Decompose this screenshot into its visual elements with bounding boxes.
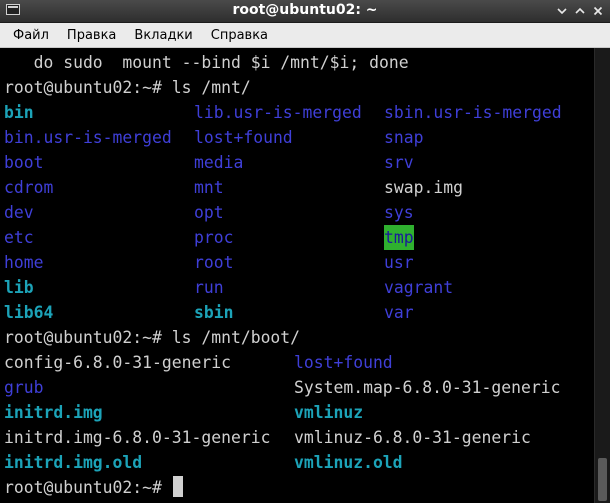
listing-entry: lib64 bbox=[4, 303, 54, 322]
listing-entry: proc bbox=[194, 228, 234, 247]
command-prompt-line[interactable]: root@ubuntu02:~# bbox=[4, 475, 183, 500]
listing-row: cdrom mnt swap.img bbox=[4, 175, 463, 200]
listing-entry: config-6.8.0-31-generic bbox=[4, 353, 231, 372]
listing-entry: run bbox=[194, 278, 224, 297]
listing-entry-sticky: tmp bbox=[384, 225, 414, 250]
listing-entry: grub bbox=[4, 378, 44, 397]
listing-entry: media bbox=[194, 153, 244, 172]
listing-entry: initrd.img-6.8.0-31-generic bbox=[4, 428, 271, 447]
command-prompt: root@ubuntu02:~# bbox=[4, 478, 172, 497]
listing-row: bin lib.usr-is-merged sbin.usr-is-merged bbox=[4, 100, 562, 125]
menu-file[interactable]: Файл bbox=[6, 28, 56, 43]
title-bar[interactable]: root@ubuntu02: ~ bbox=[0, 0, 610, 23]
listing-entry: srv bbox=[384, 153, 414, 172]
listing-row: initrd.img.old vmlinuz.old bbox=[4, 450, 403, 475]
listing-row: lib64 sbin var bbox=[4, 300, 414, 325]
terminal-output[interactable]: do sudo mount --bind $i /mnt/$i; done ro… bbox=[0, 48, 594, 503]
listing-row: initrd.img-6.8.0-31-generic vmlinuz-6.8.… bbox=[4, 425, 531, 450]
listing-entry: swap.img bbox=[384, 178, 463, 197]
scrollbar-thumb[interactable] bbox=[598, 458, 607, 501]
menu-tabs[interactable]: Вкладки bbox=[127, 28, 199, 43]
listing-entry: cdrom bbox=[4, 178, 54, 197]
close-icon[interactable] bbox=[590, 3, 606, 19]
listing-entry: var bbox=[384, 303, 414, 322]
listing-row: grub System.map-6.8.0-31-generic bbox=[4, 375, 560, 400]
listing-entry: bin.usr-is-merged bbox=[4, 128, 172, 147]
listing-entry: vagrant bbox=[384, 278, 454, 297]
listing-row: etc proc tmp bbox=[4, 225, 414, 250]
listing-entry: vmlinuz.old bbox=[294, 453, 403, 472]
listing-entry: sys bbox=[384, 203, 414, 222]
listing-entry: sbin bbox=[194, 303, 234, 322]
vertical-scrollbar[interactable] bbox=[594, 48, 610, 503]
menu-help[interactable]: Справка bbox=[204, 28, 275, 43]
listing-entry: bin bbox=[4, 103, 34, 122]
listing-entry: lost+found bbox=[294, 353, 393, 372]
listing-entry: mnt bbox=[194, 178, 224, 197]
listing-entry: vmlinuz-6.8.0-31-generic bbox=[294, 428, 531, 447]
listing-row: initrd.img vmlinuz bbox=[4, 400, 363, 425]
command-prompt: root@ubuntu02:~# ls /mnt/ bbox=[4, 78, 251, 97]
listing-entry: root bbox=[194, 253, 234, 272]
listing-entry: lib.usr-is-merged bbox=[194, 103, 362, 122]
listing-entry: initrd.img.old bbox=[4, 453, 143, 472]
listing-row: dev opt sys bbox=[4, 200, 414, 225]
maximize-icon[interactable] bbox=[572, 3, 588, 19]
menu-bar: Файл Правка Вкладки Справка bbox=[0, 23, 610, 48]
listing-entry: boot bbox=[4, 153, 44, 172]
command-prompt: root@ubuntu02:~# ls /mnt/boot/ bbox=[4, 328, 301, 347]
window-title: root@ubuntu02: ~ bbox=[232, 2, 378, 18]
listing-row: bin.usr-is-merged lost+found snap bbox=[4, 125, 423, 150]
listing-entry: sbin.usr-is-merged bbox=[384, 103, 562, 122]
listing-row: home root usr bbox=[4, 250, 414, 275]
menu-edit[interactable]: Правка bbox=[60, 28, 123, 43]
listing-entry: etc bbox=[4, 228, 34, 247]
listing-entry: vmlinuz bbox=[294, 403, 364, 422]
listing-row: boot media srv bbox=[4, 150, 414, 175]
terminal-line: do sudo mount --bind $i /mnt/$i; done bbox=[4, 53, 409, 72]
listing-entry: initrd.img bbox=[4, 403, 103, 422]
listing-entry: lib bbox=[4, 278, 34, 297]
listing-entry: dev bbox=[4, 203, 34, 222]
minimize-icon[interactable] bbox=[554, 3, 570, 19]
listing-row: config-6.8.0-31-generic lost+found bbox=[4, 350, 393, 375]
listing-entry: opt bbox=[194, 203, 224, 222]
listing-entry: System.map-6.8.0-31-generic bbox=[294, 378, 561, 397]
listing-row: lib run vagrant bbox=[4, 275, 453, 300]
listing-entry: usr bbox=[384, 253, 414, 272]
text-cursor bbox=[172, 476, 183, 497]
listing-entry: snap bbox=[384, 128, 424, 147]
listing-entry: home bbox=[4, 253, 44, 272]
listing-entry: lost+found bbox=[194, 128, 293, 147]
